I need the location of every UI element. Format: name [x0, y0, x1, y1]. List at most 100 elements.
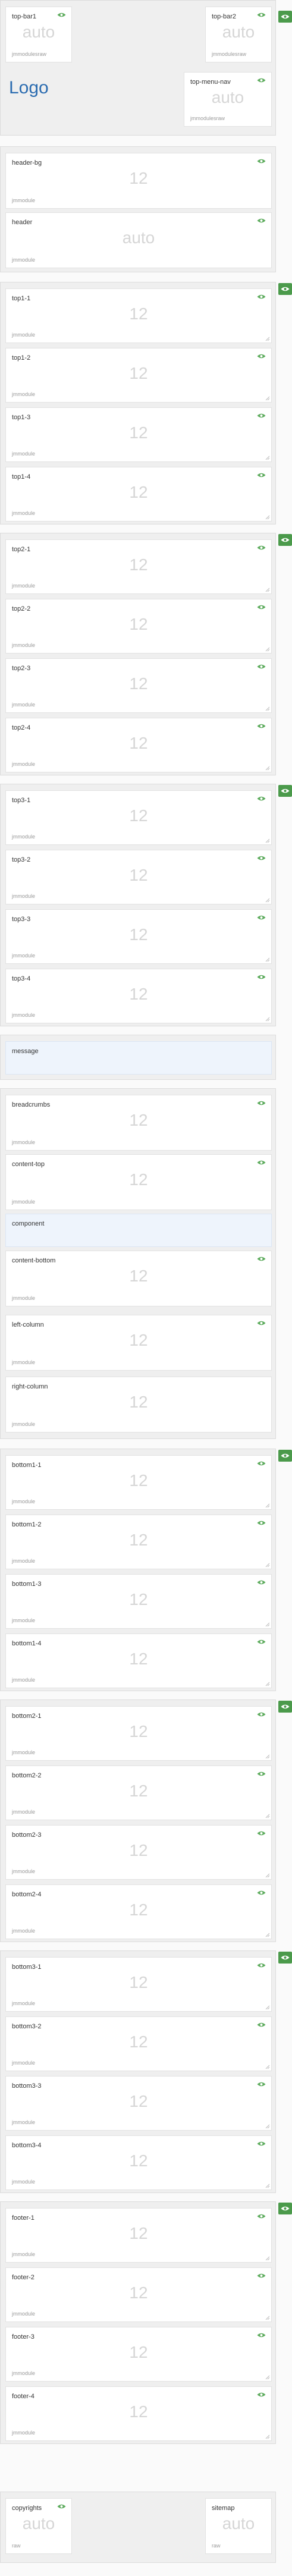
eye-icon[interactable]: [257, 1890, 266, 1896]
eye-icon[interactable]: [257, 796, 266, 802]
position-footer-4[interactable]: footer-4 12 jmmodule: [5, 2386, 272, 2441]
resize-handle-icon[interactable]: [265, 515, 270, 520]
position-footer-3[interactable]: footer-3 12 jmmodule: [5, 2327, 272, 2382]
eye-icon[interactable]: [257, 472, 266, 478]
eye-icon[interactable]: [257, 2141, 266, 2147]
position-bottom2-2[interactable]: bottom2-2 12 jmmodule: [5, 1765, 272, 1820]
eye-icon[interactable]: [257, 1160, 266, 1166]
position-top1-1[interactable]: top1-1 12 jmmodule: [5, 288, 272, 343]
resize-handle-icon[interactable]: [265, 588, 270, 592]
resize-handle-icon[interactable]: [265, 337, 270, 341]
resize-handle-icon[interactable]: [265, 838, 270, 843]
position-bottom3-3[interactable]: bottom3-3 12 jmmodule: [5, 2076, 272, 2131]
position-bottom2-1[interactable]: bottom2-1 12 jmmodule: [5, 1706, 272, 1761]
eye-icon[interactable]: [257, 2081, 266, 2087]
position-top2-2[interactable]: top2-2 12 jmmodule: [5, 599, 272, 654]
eye-icon[interactable]: [257, 2273, 266, 2279]
resize-handle-icon[interactable]: [265, 1873, 270, 1878]
eye-icon[interactable]: [257, 1256, 266, 1262]
position-content-bottom[interactable]: content-bottom 12 jmmodule: [5, 1251, 272, 1306]
resize-handle-icon[interactable]: [265, 1814, 270, 1818]
eye-icon[interactable]: [257, 1100, 266, 1106]
section-visibility-toggle[interactable]: [278, 1952, 292, 1964]
eye-icon[interactable]: [257, 915, 266, 921]
resize-handle-icon[interactable]: [265, 898, 270, 903]
position-footer-2[interactable]: footer-2 12 jmmodule: [5, 2267, 272, 2322]
eye-icon[interactable]: [257, 12, 266, 18]
eye-icon[interactable]: [257, 664, 266, 670]
position-footer-1[interactable]: footer-1 12 jmmodule: [5, 2208, 272, 2263]
position-message[interactable]: message: [5, 1041, 272, 1075]
eye-icon[interactable]: [257, 1962, 266, 1968]
section-visibility-toggle[interactable]: [278, 1701, 292, 1713]
position-header[interactable]: header auto jmmodule: [5, 212, 272, 268]
position-content-top[interactable]: content-top 12 jmmodule: [5, 1154, 272, 1210]
eye-icon[interactable]: [257, 413, 266, 419]
resize-handle-icon[interactable]: [265, 396, 270, 401]
resize-handle-icon[interactable]: [265, 2256, 270, 2261]
position-bottom3-4[interactable]: bottom3-4 12 jmmodule: [5, 2135, 272, 2190]
resize-handle-icon[interactable]: [265, 706, 270, 711]
position-bottom1-1[interactable]: bottom1-1 12 jmmodule: [5, 1455, 272, 1510]
eye-icon[interactable]: [257, 218, 266, 224]
position-top1-2[interactable]: top1-2 12 jmmodule: [5, 348, 272, 403]
position-top-menu-nav[interactable]: top-menu-nav auto jmmodulesraw: [184, 72, 272, 127]
position-bottom3-2[interactable]: bottom3-2 12 jmmodule: [5, 2016, 272, 2071]
position-bottom3-1[interactable]: bottom3-1 12 jmmodule: [5, 1957, 272, 2012]
eye-icon[interactable]: [257, 1460, 266, 1466]
eye-icon[interactable]: [257, 77, 266, 83]
eye-icon[interactable]: [257, 353, 266, 359]
eye-icon[interactable]: [57, 2503, 66, 2509]
section-visibility-toggle[interactable]: [278, 534, 292, 546]
section-visibility-toggle[interactable]: [278, 785, 292, 797]
position-top2-4[interactable]: top2-4 12 jmmodule: [5, 718, 272, 772]
resize-handle-icon[interactable]: [265, 1563, 270, 1567]
position-top-bar2[interactable]: top-bar2 auto jmmodulesraw: [205, 7, 272, 62]
resize-handle-icon[interactable]: [265, 1933, 270, 1937]
position-top2-1[interactable]: top2-1 12 jmmodule: [5, 539, 272, 594]
resize-handle-icon[interactable]: [265, 1017, 270, 1022]
eye-icon[interactable]: [257, 604, 266, 610]
position-component[interactable]: component: [5, 1214, 272, 1247]
resize-handle-icon[interactable]: [265, 1754, 270, 1759]
position-top3-1[interactable]: top3-1 12 jmmodule: [5, 790, 272, 845]
eye-icon[interactable]: [257, 1639, 266, 1645]
position-top2-3[interactable]: top2-3 12 jmmodule: [5, 658, 272, 713]
eye-icon[interactable]: [257, 1320, 266, 1326]
eye-icon[interactable]: [257, 1711, 266, 1717]
position-top3-2[interactable]: top3-2 12 jmmodule: [5, 850, 272, 904]
position-bottom1-3[interactable]: bottom1-3 12 jmmodule: [5, 1574, 272, 1629]
resize-handle-icon[interactable]: [265, 2375, 270, 2380]
eye-icon[interactable]: [257, 158, 266, 164]
position-top3-3[interactable]: top3-3 12 jmmodule: [5, 909, 272, 964]
eye-icon[interactable]: [257, 1830, 266, 1836]
section-visibility-toggle[interactable]: [278, 1450, 292, 1462]
position-bottom1-4[interactable]: bottom1-4 12 jmmodule: [5, 1633, 272, 1688]
eye-icon[interactable]: [257, 723, 266, 729]
position-top1-3[interactable]: top1-3 12 jmmodule: [5, 407, 272, 462]
eye-icon[interactable]: [257, 2332, 266, 2338]
section-visibility-toggle[interactable]: [278, 283, 292, 295]
resize-handle-icon[interactable]: [265, 647, 270, 652]
eye-icon[interactable]: [257, 855, 266, 861]
resize-handle-icon[interactable]: [265, 455, 270, 460]
position-right-column[interactable]: right-column 12 jmmodule: [5, 1377, 272, 1432]
resize-handle-icon[interactable]: [265, 2065, 270, 2069]
position-header-bg[interactable]: header-bg 12 jmmodule: [5, 153, 272, 209]
position-sitemap[interactable]: sitemap auto raw: [205, 2498, 272, 2554]
resize-handle-icon[interactable]: [265, 1682, 270, 1686]
eye-icon[interactable]: [257, 545, 266, 551]
position-left-column[interactable]: left-column 12 jmmodule: [5, 1315, 272, 1371]
eye-icon[interactable]: [257, 2213, 266, 2219]
position-copyrights[interactable]: copyrights auto raw: [5, 2498, 72, 2554]
eye-icon[interactable]: [257, 2392, 266, 2398]
resize-handle-icon[interactable]: [265, 2434, 270, 2439]
section-visibility-toggle[interactable]: [278, 11, 292, 23]
resize-handle-icon[interactable]: [265, 957, 270, 962]
resize-handle-icon[interactable]: [265, 766, 270, 771]
eye-icon[interactable]: [57, 12, 66, 18]
eye-icon[interactable]: [257, 1520, 266, 1526]
resize-handle-icon[interactable]: [265, 2005, 270, 2010]
eye-icon[interactable]: [257, 1579, 266, 1585]
position-breadcrumbs[interactable]: breadcrumbs 12 jmmodule: [5, 1095, 272, 1151]
